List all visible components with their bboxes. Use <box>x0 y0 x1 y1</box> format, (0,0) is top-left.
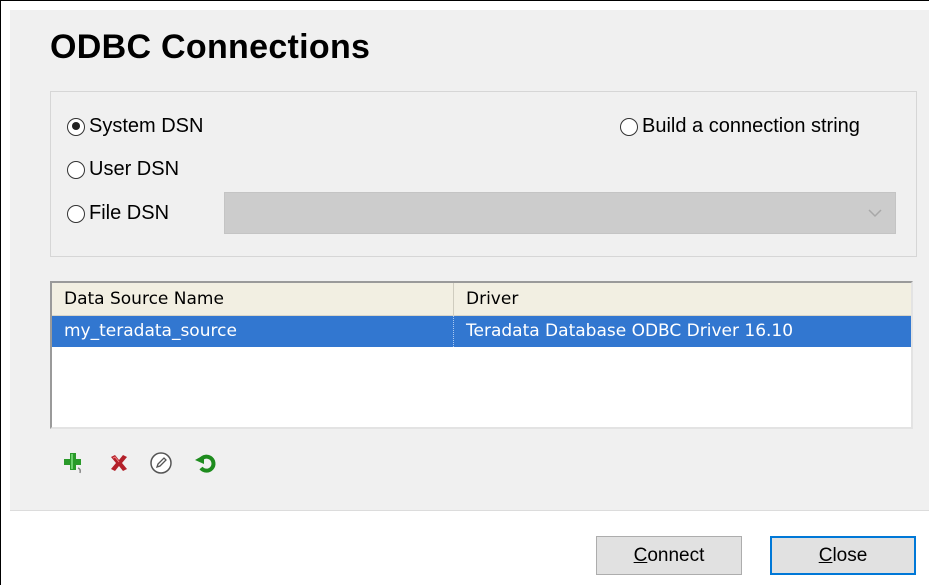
add-icon[interactable] <box>62 451 86 475</box>
column-header-data-source-name[interactable]: Data Source Name <box>52 283 454 315</box>
radio-checked-icon <box>67 117 85 136</box>
dialog-panel <box>10 10 929 511</box>
radio-unchecked-icon <box>67 160 85 179</box>
radio-file-dsn[interactable]: File DSN <box>67 202 169 225</box>
radio-unchecked-icon <box>620 117 638 136</box>
radio-system-dsn[interactable]: System DSN <box>67 115 203 138</box>
column-header-driver[interactable]: Driver <box>454 283 911 315</box>
table-row[interactable]: my_teradata_source Teradata Database ODB… <box>52 316 911 347</box>
refresh-icon[interactable] <box>194 451 218 475</box>
radio-system-dsn-label: System DSN <box>89 115 204 137</box>
connect-button[interactable]: Connect <box>596 536 742 575</box>
cell-driver: Teradata Database ODBC Driver 16.10 <box>466 321 794 341</box>
radio-unchecked-icon <box>67 204 85 223</box>
dialog-title: ODBC Connections <box>50 28 371 66</box>
window-top-border <box>0 0 929 1</box>
delete-icon[interactable] <box>107 451 131 475</box>
close-button-mnemonic: C <box>818 545 833 566</box>
window-left-border <box>0 0 1 585</box>
radio-build-connection-string[interactable]: Build a connection string <box>620 115 860 138</box>
connect-button-label: onnect <box>647 545 705 566</box>
connect-button-mnemonic: C <box>633 545 648 566</box>
radio-build-connection-string-label: Build a connection string <box>642 115 860 137</box>
radio-user-dsn[interactable]: User DSN <box>67 158 179 181</box>
table-header: Data Source Name Driver <box>52 283 911 316</box>
data-source-table: Data Source Name Driver my_teradata_sour… <box>50 281 913 429</box>
radio-user-dsn-label: User DSN <box>89 158 180 180</box>
cell-data-source-name: my_teradata_source <box>52 316 454 347</box>
close-button-label: lose <box>832 545 868 566</box>
file-dsn-dropdown[interactable] <box>224 192 896 234</box>
radio-file-dsn-label: File DSN <box>89 202 170 224</box>
close-button[interactable]: Close <box>770 536 916 575</box>
chevron-down-icon <box>868 209 882 218</box>
edit-icon[interactable] <box>149 451 173 475</box>
